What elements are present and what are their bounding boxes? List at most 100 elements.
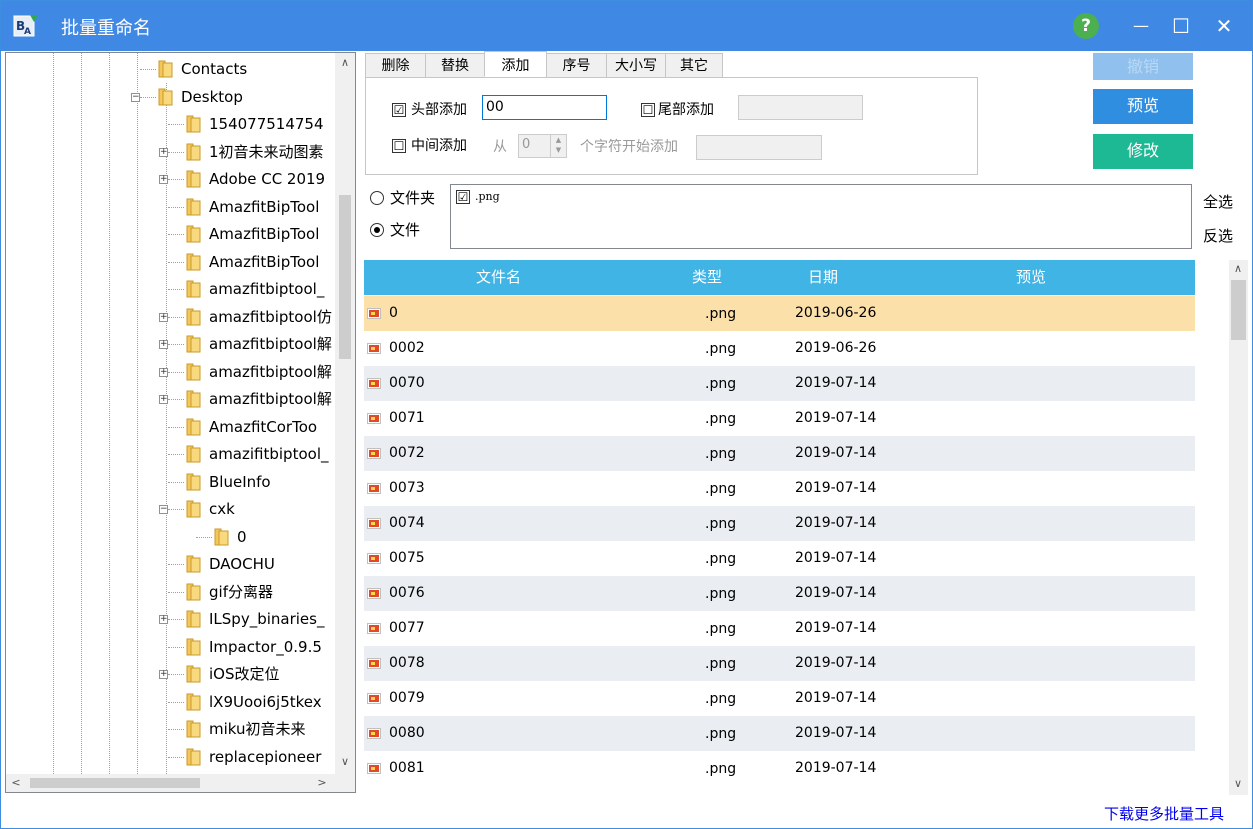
tree-item[interactable]: + amazfitbiptool解 [6,359,335,386]
collapse-icon[interactable]: − [131,92,140,102]
minimize-button[interactable]: — [1126,11,1156,41]
tree-item[interactable]: AmazfitCorToo [6,414,335,441]
extension-filter-list[interactable]: ☑ .png [450,184,1192,249]
expand-icon[interactable]: + [159,395,168,404]
tree-item[interactable]: − cxk [6,496,335,523]
download-more-tools-link[interactable]: 下载更多批量工具 [1104,803,1224,824]
tree-vertical-scrollbar[interactable]: ∧ ∨ [335,53,355,774]
grid-vertical-scrollbar[interactable]: ∧ ∨ [1229,260,1248,795]
table-row[interactable]: 0070 .png 2019-07-14 [364,366,1195,401]
table-row[interactable]: 0072 .png 2019-07-14 [364,436,1195,471]
tree-item[interactable]: + amazfitbiptool解 [6,386,335,413]
tree-item[interactable]: + iOS改定位 [6,661,335,688]
tree-hscroll-thumb[interactable] [30,778,200,788]
tree-item[interactable]: 0 [6,524,335,551]
file-grid[interactable]: 文件名 类型 日期 预览 0 .png 2019-06-26 0002 .png 2019… [364,260,1250,795]
head-add-input[interactable]: 00 [482,95,607,120]
file-radio[interactable] [370,223,384,237]
undo-button[interactable]: 撤销 [1093,53,1193,80]
expand-icon[interactable]: + [159,312,168,322]
folder-radio[interactable] [370,191,384,205]
tree-item[interactable]: lX9Uooi6j5tkex [6,689,335,716]
tab-replace[interactable]: 替换 [425,53,485,78]
expand-icon[interactable]: + [159,340,168,349]
tree-item[interactable]: AmazfitBipTool [6,249,335,276]
table-row[interactable]: 0079 .png 2019-07-14 [364,681,1195,716]
collapse-icon[interactable]: − [159,505,168,514]
table-row[interactable]: 0080 .png 2019-07-14 [364,716,1195,751]
table-row[interactable]: 0075 .png 2019-07-14 [364,541,1195,576]
scroll-right-icon[interactable]: > [314,775,330,791]
tab-other[interactable]: 其它 [665,53,723,78]
table-row[interactable]: 0077 .png 2019-07-14 [364,611,1195,646]
table-row[interactable]: 0074 .png 2019-07-14 [364,506,1195,541]
close-button[interactable]: ✕ [1209,11,1239,41]
column-header-preview[interactable]: 预览 [1016,260,1046,295]
scroll-up-icon[interactable]: ∧ [337,55,353,71]
expand-icon[interactable]: + [159,367,168,377]
preview-button[interactable]: 预览 [1093,89,1193,124]
cell-date: 2019-07-14 [795,760,877,776]
tree-item-label: 0 [237,527,247,546]
column-header-type[interactable]: 类型 [692,260,722,295]
tree-item[interactable]: amazfitbiptool_ [6,276,335,303]
tree-item[interactable]: miku初音未来 [6,716,335,743]
expand-icon[interactable]: + [159,670,168,679]
tree-item[interactable]: Impactor_0.9.5 [6,634,335,661]
tree-item[interactable]: gif分离器 [6,579,335,606]
scroll-left-icon[interactable]: < [8,775,24,791]
position-stepper[interactable]: 0 ▲ ▼ [518,134,567,158]
expand-icon[interactable]: + [159,175,168,184]
middle-add-checkbox[interactable]: ☐ [392,139,406,153]
tree-item[interactable]: AmazfitBipTool [6,194,335,221]
tree-item[interactable]: AmazfitBipTool [6,221,335,248]
tab-delete[interactable]: 删除 [365,53,426,78]
tree-item[interactable]: + amazfitbiptool仿 [6,304,335,331]
grid-scroll-thumb[interactable] [1231,280,1246,340]
stepper-arrows-icon[interactable]: ▲ ▼ [550,135,566,157]
tree-item[interactable]: Contacts [6,56,335,83]
head-add-checkbox[interactable]: ☑ [392,103,406,117]
grid-scroll-down-icon[interactable]: ∨ [1230,776,1246,792]
middle-add-input[interactable] [696,135,822,160]
tab-add[interactable]: 添加 [484,51,547,77]
table-row[interactable]: 0076 .png 2019-07-14 [364,576,1195,611]
expand-icon[interactable]: + [159,147,168,157]
column-header-filename[interactable]: 文件名 [476,260,521,295]
folder-icon [186,363,201,381]
tree-item[interactable]: + ILSpy_binaries_ [6,606,335,633]
table-row[interactable]: 0078 .png 2019-07-14 [364,646,1195,681]
table-row[interactable]: 0002 .png 2019-06-26 [364,331,1195,366]
grid-scroll-up-icon[interactable]: ∧ [1230,261,1246,277]
tree-item[interactable]: − Desktop [6,84,335,111]
modify-button[interactable]: 修改 [1093,134,1193,169]
column-header-date[interactable]: 日期 [808,260,838,295]
tail-add-checkbox[interactable]: ☐ [641,103,655,117]
tree-item[interactable]: +1初音未来动图素 [6,139,335,166]
scroll-down-icon[interactable]: ∨ [337,754,353,770]
tree-item[interactable]: DAOCHU [6,551,335,578]
invert-select-link[interactable]: 反选 [1203,225,1233,246]
expand-icon[interactable]: + [159,615,168,624]
title-bar[interactable]: B A 批量重命名 ? — ☐ ✕ [1,1,1252,51]
table-row[interactable]: 0081 .png 2019-07-14 [364,751,1195,786]
tree-item[interactable]: replacepioneer [6,744,335,771]
help-button[interactable]: ? [1073,13,1099,39]
select-all-link[interactable]: 全选 [1203,191,1233,212]
maximize-button[interactable]: ☐ [1166,11,1196,41]
tree-horizontal-scrollbar[interactable]: < > [6,774,355,792]
tab-case[interactable]: 大小写 [606,53,666,78]
table-row[interactable]: 0 .png 2019-06-26 [364,296,1195,331]
tree-item[interactable]: BlueInfo [6,469,335,496]
tree-item[interactable]: + Adobe CC 2019 [6,166,335,193]
tree-scroll-thumb[interactable] [339,195,351,359]
tab-sequence[interactable]: 序号 [546,53,607,78]
png-extension-checkbox[interactable]: ☑ [456,190,470,204]
tail-add-input[interactable] [738,95,863,120]
tree-item[interactable]: amazifitbiptool_ [6,441,335,468]
folder-tree[interactable]: Contacts − Desktop 154077514754 +1初音未来动图素 + Ad… [5,52,356,793]
table-row[interactable]: 0073 .png 2019-07-14 [364,471,1195,506]
tree-item[interactable]: 154077514754 [6,111,335,138]
tree-item[interactable]: + amazfitbiptool解 [6,331,335,358]
table-row[interactable]: 0071 .png 2019-07-14 [364,401,1195,436]
